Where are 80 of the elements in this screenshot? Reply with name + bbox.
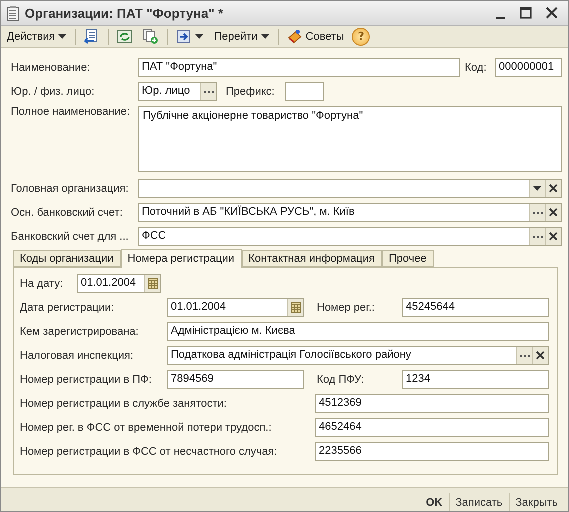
tab[interactable]: Прочее bbox=[382, 250, 434, 267]
field-label: Номер регистрации в ПФ: bbox=[20, 374, 153, 386]
clear-icon bbox=[549, 208, 558, 217]
input-field[interactable]: Поточний в АБ "КИЇВСЬКА РУСЬ", м. Київ bbox=[138, 203, 562, 222]
clear-button[interactable] bbox=[532, 347, 548, 364]
input-field[interactable]: Юр. лицо bbox=[138, 82, 217, 101]
field-label: На дату: bbox=[20, 278, 64, 290]
dropdown-icon bbox=[533, 186, 542, 191]
field-label: Полное наименование: bbox=[11, 106, 132, 118]
input-field[interactable] bbox=[138, 179, 562, 198]
input-field[interactable]: 01.01.2004 bbox=[167, 298, 304, 317]
close-icon bbox=[546, 7, 558, 19]
calendar-button[interactable] bbox=[287, 299, 303, 316]
field-label: Номер регистрации в ФСС от несчастного случая: bbox=[20, 446, 278, 458]
input-field[interactable] bbox=[285, 82, 324, 101]
field-label: Код: bbox=[465, 62, 488, 74]
input-field[interactable]: 4652464 bbox=[315, 418, 549, 437]
dropdown-button[interactable] bbox=[529, 180, 545, 197]
field-label: Наименование: bbox=[11, 62, 92, 74]
field-label: Осн. банковский счет: bbox=[11, 206, 124, 218]
dropdown-icon bbox=[58, 34, 68, 39]
ellipsis-icon bbox=[532, 210, 542, 214]
input-field[interactable]: 45245644 bbox=[402, 298, 549, 317]
select-button[interactable] bbox=[516, 347, 532, 364]
ellipsis-icon bbox=[520, 354, 530, 358]
calendar-icon bbox=[148, 278, 158, 289]
tab[interactable]: Номера регистрации bbox=[120, 249, 242, 268]
dialog-button[interactable]: Закрыть bbox=[508, 492, 564, 511]
field-label: Банковский счет для ... bbox=[11, 230, 130, 242]
tips-button[interactable]: Советы bbox=[284, 26, 346, 46]
input-field[interactable]: ФСС bbox=[138, 227, 562, 246]
actions-menu[interactable]: Действия bbox=[5, 26, 70, 46]
field-label: Дата регистрации: bbox=[20, 302, 116, 314]
refresh-icon bbox=[117, 28, 134, 44]
input-field[interactable]: ПАТ "Фортуна" bbox=[138, 58, 460, 77]
tab[interactable]: Коды организации bbox=[13, 250, 121, 267]
select-button[interactable] bbox=[529, 204, 545, 221]
input-field[interactable]: 1234 bbox=[402, 370, 549, 389]
field-label: Налоговая инспекция: bbox=[20, 350, 135, 362]
input-field[interactable]: 4512369 bbox=[315, 394, 549, 413]
input-field[interactable]: 2235566 bbox=[315, 442, 549, 461]
dialog-button[interactable]: Записать bbox=[448, 492, 509, 511]
clear-button[interactable] bbox=[545, 180, 561, 197]
field-label: Номер рег.: bbox=[317, 302, 376, 314]
field-label: Кем зарегистрирована: bbox=[20, 326, 140, 338]
input-field[interactable]: 7894569 bbox=[167, 370, 304, 389]
document-icon bbox=[7, 6, 19, 20]
clear-icon bbox=[549, 184, 558, 193]
clear-button[interactable] bbox=[545, 204, 561, 221]
dialog-button[interactable]: OK bbox=[420, 492, 449, 511]
dropdown-icon bbox=[195, 34, 204, 39]
input-field[interactable]: Податкова адміністрація Голосіївського району bbox=[167, 346, 549, 365]
clear-button[interactable] bbox=[545, 228, 561, 245]
calendar-button[interactable] bbox=[144, 275, 160, 292]
input-field[interactable]: 000000001 bbox=[495, 58, 562, 77]
book-icon bbox=[286, 28, 303, 44]
field-label: Номер регистрации в службе занятости: bbox=[20, 398, 228, 410]
select-button[interactable] bbox=[529, 228, 545, 245]
minimize-icon bbox=[496, 17, 504, 19]
ellipsis-icon bbox=[532, 234, 542, 238]
field-label: Головная организация: bbox=[11, 182, 130, 194]
input-field[interactable]: 01.01.2004 bbox=[77, 274, 161, 293]
field-label: Код ПФУ: bbox=[317, 374, 366, 386]
dropdown-icon bbox=[260, 34, 270, 39]
copy-add-icon bbox=[143, 28, 160, 44]
maximize-icon bbox=[520, 7, 532, 19]
field-label: Номер рег. в ФСС от временной потери трудосп.: bbox=[20, 422, 273, 434]
window-title: Организации: ПАТ "Фортуна" * bbox=[25, 6, 224, 20]
clear-icon bbox=[536, 351, 545, 360]
select-button[interactable] bbox=[200, 83, 216, 100]
field-label: Юр. / физ. лицо: bbox=[11, 86, 96, 98]
text-area[interactable]: Публічне акціонерне товариство "Фортуна" bbox=[138, 106, 562, 172]
ellipsis-icon bbox=[204, 90, 214, 94]
tab[interactable]: Контактная информация bbox=[242, 250, 382, 267]
help-button[interactable]: ? bbox=[352, 28, 370, 46]
clear-icon bbox=[549, 232, 558, 241]
calendar-icon bbox=[290, 302, 300, 313]
field-label: Префикс: bbox=[226, 86, 276, 98]
input-field[interactable]: Адміністрацією м. Києва bbox=[167, 322, 549, 341]
goto-menu[interactable]: Перейти bbox=[212, 26, 272, 46]
